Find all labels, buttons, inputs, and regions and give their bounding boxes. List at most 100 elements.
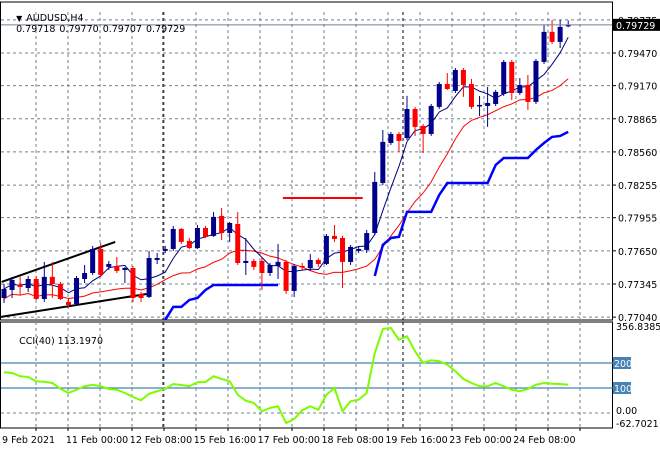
bullish-candle <box>477 104 483 107</box>
bearish-candle <box>509 61 515 93</box>
ohlc-close: 0.79729 <box>145 24 186 35</box>
bullish-candle <box>9 279 15 290</box>
triangle-down-icon[interactable]: ▼ <box>16 14 22 23</box>
bullish-candle <box>106 263 112 267</box>
bullish-candle <box>1 288 7 298</box>
bearish-candle <box>130 268 136 298</box>
time-axis-label: 23 Feb 00:00 <box>449 435 511 446</box>
bullish-candle <box>323 235 329 264</box>
time-axis-label: 9 Feb 2021 <box>2 435 55 446</box>
time-axis-label: 12 Feb 08:00 <box>130 435 192 446</box>
bullish-candle <box>194 228 200 248</box>
bullish-candle <box>348 246 354 262</box>
bullish-candle <box>452 69 458 91</box>
bullish-candle <box>364 233 370 250</box>
time-axis-label: 19 Feb 16:00 <box>385 435 447 446</box>
bearish-candle <box>57 283 63 299</box>
ohlc-high: 0.79770 <box>59 24 99 35</box>
price-axis-label: 0.77650 <box>618 247 657 258</box>
bullish-candle <box>122 268 128 270</box>
bullish-candle <box>541 31 547 62</box>
bullish-candle <box>74 278 80 304</box>
time-axis-label: 11 Feb 00:00 <box>66 435 128 446</box>
ohlc-low: 0.79707 <box>102 24 142 35</box>
cci-value: 113.1970 <box>57 336 104 347</box>
time-axis-label: 18 Feb 08:00 <box>322 435 384 446</box>
bullish-candle <box>291 265 297 291</box>
price-axis-label: 0.77955 <box>618 214 657 225</box>
chart-canvas[interactable]: 0.797750.794700.791700.788650.785600.782… <box>0 0 660 450</box>
bearish-candle <box>219 215 225 233</box>
bullish-candle <box>372 181 378 233</box>
bullish-candle <box>275 261 281 266</box>
bearish-candle <box>396 133 402 141</box>
bullish-candle <box>380 141 386 183</box>
bullish-candle <box>41 276 47 299</box>
bullish-candle <box>517 84 523 93</box>
price-axis-label: 0.78560 <box>618 148 657 159</box>
bullish-candle <box>428 105 434 134</box>
cci-level-label: 200 <box>614 359 632 370</box>
bullish-candle <box>533 60 539 102</box>
time-axis-label: 15 Feb 16:00 <box>194 435 256 446</box>
bearish-candle <box>65 301 71 305</box>
time-axis-label: 17 Feb 00:00 <box>258 435 320 446</box>
price-axis-label: 0.79170 <box>618 82 657 93</box>
bullish-candle <box>307 259 313 268</box>
bearish-candle <box>235 223 241 263</box>
bearish-candle <box>17 284 23 287</box>
bearish-candle <box>468 83 474 107</box>
bullish-candle <box>493 91 499 104</box>
cci-title: CCI(40) 113.1970 <box>7 325 106 358</box>
bullish-candle <box>82 273 88 279</box>
bullish-candle <box>227 223 233 233</box>
bearish-candle <box>49 276 55 284</box>
bullish-candle <box>25 278 31 288</box>
bullish-candle <box>356 248 362 251</box>
bullish-candle <box>146 258 152 297</box>
bullish-candle <box>267 264 273 273</box>
bearish-candle <box>98 248 104 275</box>
bearish-candle <box>525 84 531 102</box>
bullish-candle <box>154 258 160 260</box>
cci-level-label: 100 <box>614 384 632 395</box>
cci-axis-min: -62.7021 <box>616 419 659 430</box>
current-price-label: 0.79729 <box>616 21 655 32</box>
bullish-candle <box>211 216 217 236</box>
bearish-candle <box>420 125 426 134</box>
bearish-candle <box>114 265 120 271</box>
bullish-candle <box>485 103 491 106</box>
bearish-candle <box>299 265 305 268</box>
bearish-candle <box>259 260 265 273</box>
bullish-candle <box>170 228 176 249</box>
bearish-candle <box>283 261 289 291</box>
symbol-timeframe: AUDUSD,H4 <box>26 13 84 24</box>
bullish-candle <box>557 26 563 42</box>
bearish-candle <box>331 235 337 239</box>
price-axis-label: 0.77345 <box>618 280 657 291</box>
bearish-candle <box>251 260 257 267</box>
bearish-candle <box>186 240 192 248</box>
bullish-candle <box>243 260 249 263</box>
price-axis-label: 0.78865 <box>618 115 657 126</box>
time-axis-label: 24 Feb 08:00 <box>513 435 575 446</box>
bearish-candle <box>412 108 418 127</box>
ohlc-open: 0.79718 <box>16 24 56 35</box>
bearish-candle <box>340 238 346 262</box>
bullish-candle <box>501 61 507 94</box>
bullish-candle <box>436 83 442 107</box>
cci-axis-zero: 0.00 <box>616 406 637 417</box>
bullish-candle <box>90 248 96 273</box>
bearish-candle <box>138 293 144 298</box>
bullish-candle <box>388 133 394 143</box>
price-axis-label: 0.78255 <box>618 181 657 192</box>
bearish-candle <box>178 228 184 242</box>
price-axis-label: 0.79470 <box>618 49 657 60</box>
metatrader-chart-window[interactable]: 0.797750.794700.791700.788650.785600.782… <box>0 0 660 450</box>
bullish-candle <box>404 108 410 138</box>
bearish-candle <box>33 278 39 299</box>
bearish-candle <box>315 259 321 264</box>
cci-axis-max: 356.8385 <box>616 322 660 333</box>
bearish-candle <box>460 69 466 85</box>
bearish-candle <box>203 228 208 237</box>
